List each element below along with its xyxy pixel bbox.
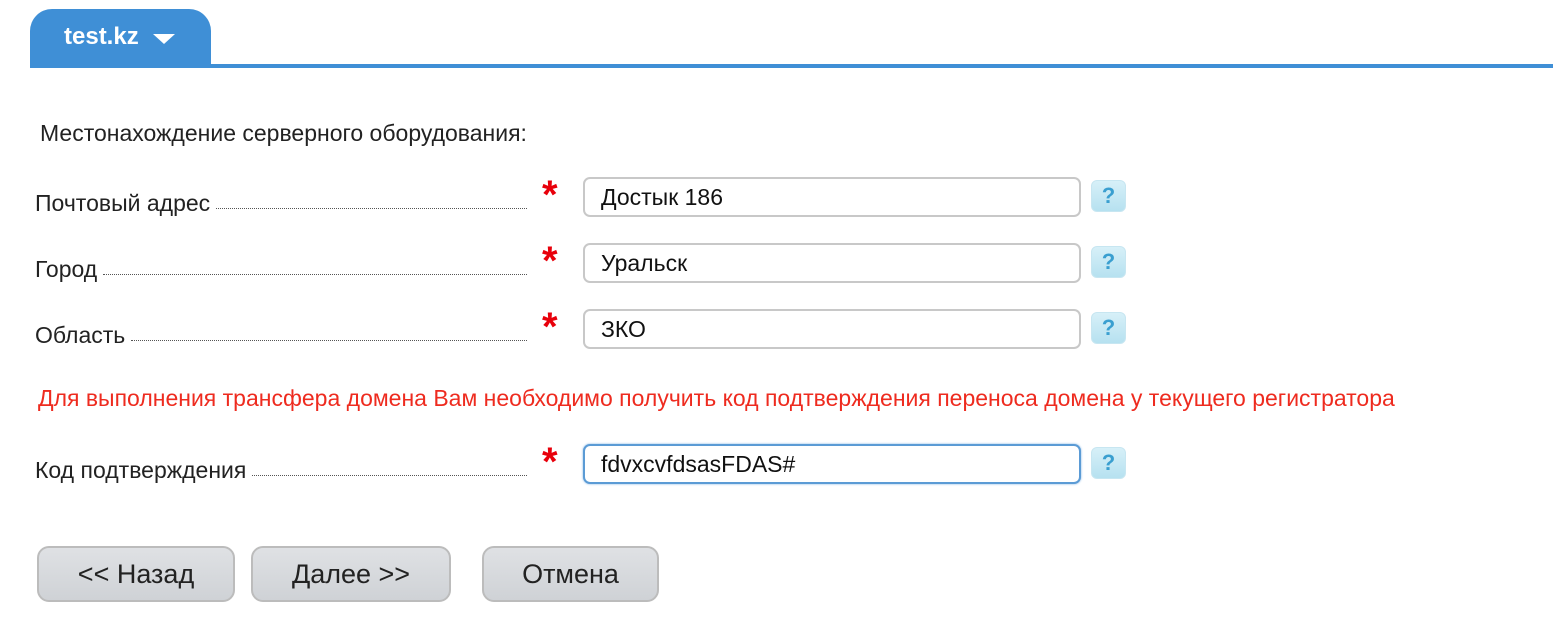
label-wrap: Город — [35, 243, 527, 287]
dotted-leader — [216, 207, 527, 209]
confirmation-code-label: Код подтверждения — [35, 457, 247, 483]
form-row-city: Город * ? — [0, 239, 1553, 287]
domain-tab[interactable]: test.kz — [30, 9, 211, 64]
section-title: Местонахождение серверного оборудования: — [40, 120, 527, 146]
cancel-button[interactable]: Отмена — [482, 546, 659, 602]
label-wrap: Почтовый адрес — [35, 177, 527, 221]
region-label: Область — [35, 322, 126, 348]
domain-transfer-page: test.kz Местонахождение серверного обору… — [0, 0, 1553, 625]
form-row-region: Область * ? — [0, 305, 1553, 353]
required-marker: * — [542, 305, 558, 349]
back-button[interactable]: << Назад — [37, 546, 235, 602]
postal-address-label: Почтовый адрес — [35, 190, 211, 216]
tab-underline — [30, 64, 1553, 68]
region-input[interactable] — [583, 309, 1081, 349]
form-row-confirmation-code: Код подтверждения * ? — [0, 440, 1553, 488]
required-marker: * — [542, 239, 558, 283]
label-wrap: Область — [35, 309, 527, 353]
transfer-notice: Для выполнения трансфера домена Вам необ… — [38, 385, 1395, 411]
required-marker: * — [542, 173, 558, 217]
confirmation-code-input[interactable] — [583, 444, 1081, 484]
required-marker: * — [542, 440, 558, 484]
dotted-leader — [103, 273, 527, 275]
city-label: Город — [35, 256, 98, 282]
help-icon[interactable]: ? — [1091, 312, 1126, 344]
domain-tab-label: test.kz — [64, 23, 139, 50]
dotted-leader — [252, 474, 527, 476]
city-input[interactable] — [583, 243, 1081, 283]
postal-address-input[interactable] — [583, 177, 1081, 217]
dotted-leader — [131, 339, 527, 341]
help-icon[interactable]: ? — [1091, 246, 1126, 278]
label-wrap: Код подтверждения — [35, 444, 527, 488]
help-icon[interactable]: ? — [1091, 447, 1126, 479]
help-icon[interactable]: ? — [1091, 180, 1126, 212]
form-row-postal-address: Почтовый адрес * ? — [0, 173, 1553, 221]
next-button[interactable]: Далее >> — [251, 546, 451, 602]
chevron-down-icon[interactable] — [152, 34, 175, 44]
